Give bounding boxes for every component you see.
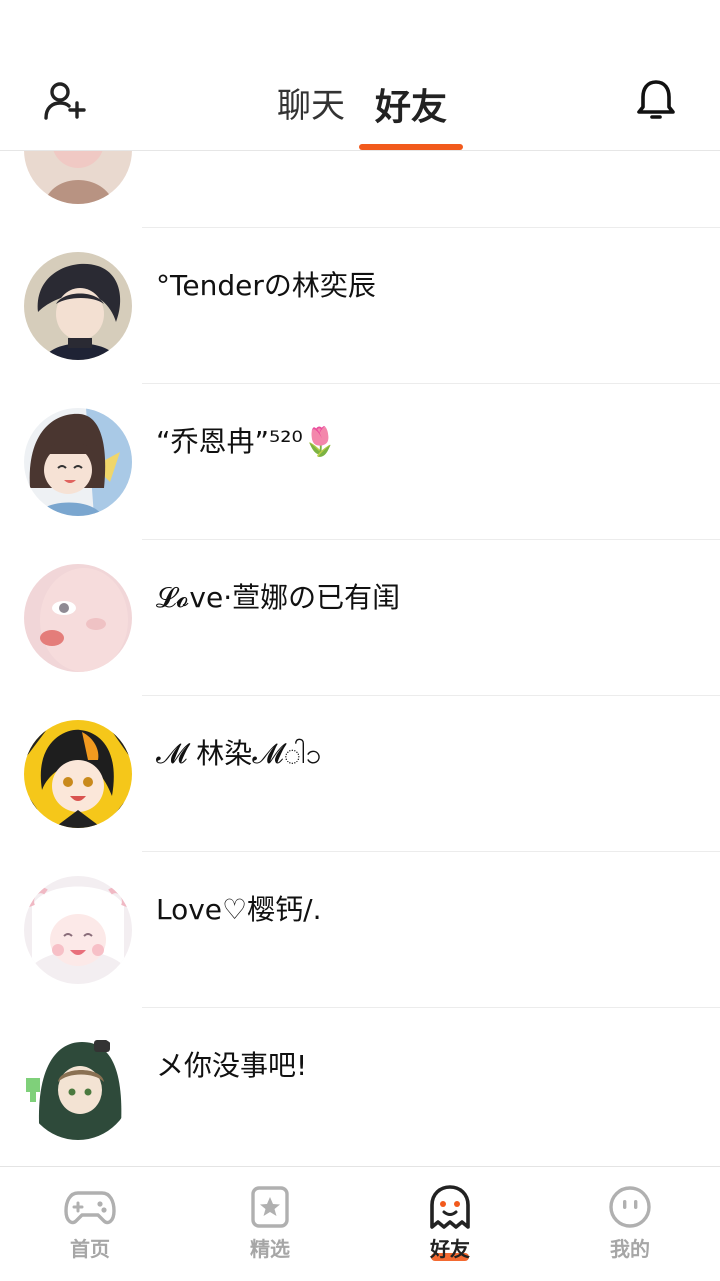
friend-name: 𝓜 林染𝓜ါၥ <box>156 737 322 770</box>
bottom-tab-bar: 首页 精选 好友 我的 <box>0 1166 720 1281</box>
friend-row[interactable]: 𝓜 林染𝓜ါၥ <box>0 696 720 852</box>
avatar <box>24 1032 132 1140</box>
tab-chat[interactable]: 聊天 <box>277 78 345 127</box>
avatar <box>24 876 132 984</box>
friend-row[interactable]: メ你没事吧! <box>0 1008 720 1164</box>
friend-name: メ你没事吧! <box>156 1049 308 1082</box>
active-tab-indicator <box>359 144 463 150</box>
avatar <box>24 720 132 828</box>
avatar <box>24 564 132 672</box>
tab-friends[interactable]: 好友 <box>375 78 447 130</box>
friend-row[interactable]: Love♡樱钙/. <box>0 852 720 1008</box>
gamepad-icon <box>64 1191 116 1225</box>
nav-home[interactable]: 首页 <box>0 1167 180 1281</box>
face-icon <box>609 1186 651 1228</box>
friend-list: °Tenderの林奕辰 “乔恩冉”⁵²⁰🌷 𝓛𝓸ve·萱娜の已有闺 𝓜 林染𝓜ါ… <box>0 150 720 1166</box>
header-tabs: 聊天 好友 <box>0 72 720 150</box>
friend-name: °Tenderの林奕辰 <box>156 269 376 302</box>
top-header: 聊天 好友 <box>0 0 720 151</box>
nav-friends[interactable]: 好友 <box>360 1167 540 1281</box>
nav-profile[interactable]: 我的 <box>540 1167 720 1281</box>
avatar <box>24 408 132 516</box>
friend-name: Love♡樱钙/. <box>156 893 322 926</box>
nav-label: 首页 <box>70 1237 110 1261</box>
friend-row[interactable]: 𝓛𝓸ve·萱娜の已有闺 <box>0 540 720 696</box>
avatar <box>24 150 132 204</box>
avatar <box>24 252 132 360</box>
friend-row[interactable]: “乔恩冉”⁵²⁰🌷 <box>0 384 720 540</box>
ghost-icon <box>430 1185 470 1229</box>
nav-featured[interactable]: 精选 <box>180 1167 360 1281</box>
nav-label: 好友 <box>430 1237 470 1261</box>
friend-row[interactable]: °Tenderの林奕辰 <box>0 228 720 384</box>
nav-label: 我的 <box>610 1237 650 1261</box>
nav-label: 精选 <box>250 1237 290 1261</box>
friend-row[interactable] <box>0 150 720 228</box>
friend-name: 𝓛𝓸ve·萱娜の已有闺 <box>156 581 401 614</box>
star-card-icon <box>251 1186 289 1228</box>
friend-name: “乔恩冉”⁵²⁰🌷 <box>156 425 338 458</box>
bell-icon[interactable] <box>632 76 680 124</box>
